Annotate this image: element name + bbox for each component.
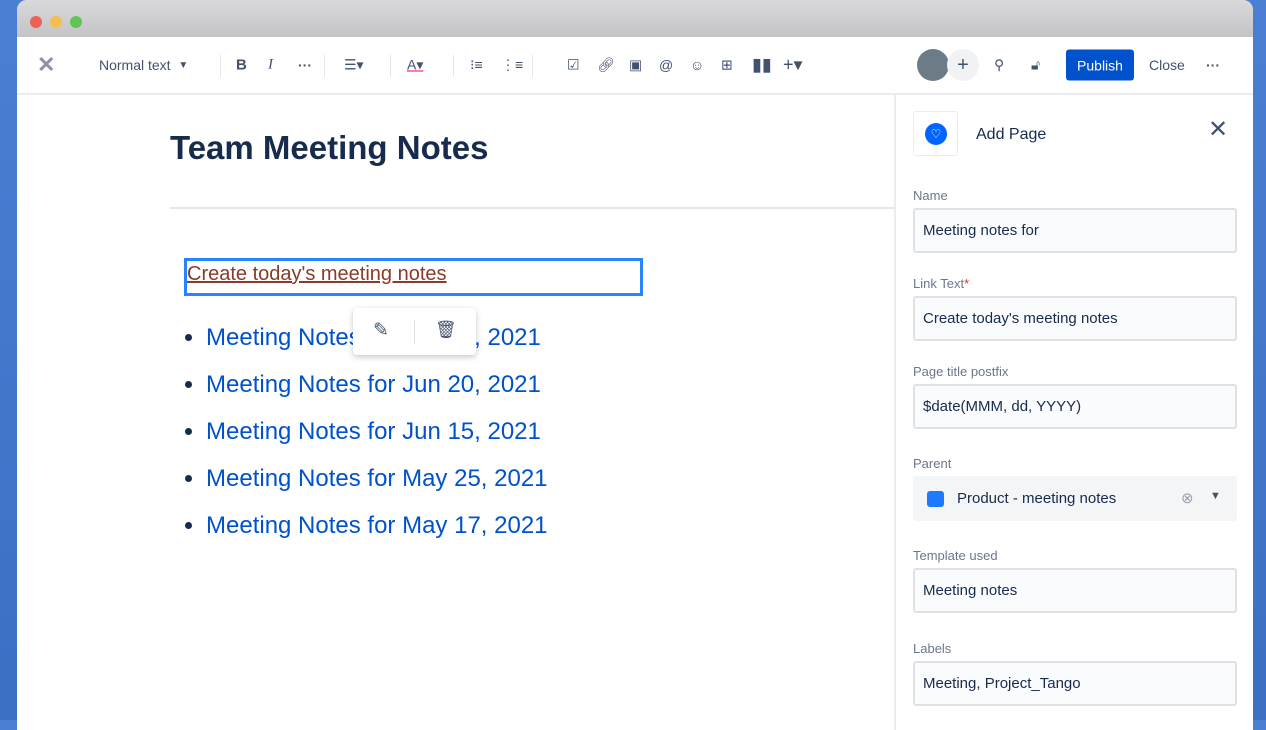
bullet-list-icon[interactable]: ⁝≡ — [470, 57, 483, 74]
chevron-down-icon[interactable]: ▼ — [1210, 490, 1221, 502]
page-title[interactable]: Team Meeting Notes — [170, 129, 488, 167]
avatar[interactable] — [917, 49, 949, 81]
invite-icon[interactable]: + — [947, 49, 979, 81]
table-icon[interactable]: ⊞ — [721, 57, 733, 74]
maximize-window-button[interactable] — [70, 16, 82, 28]
image-icon[interactable]: ▣ — [629, 57, 642, 74]
text-color-icon[interactable]: A▾ — [407, 57, 423, 74]
labels-field[interactable]: Meeting, Project_Tango — [913, 661, 1237, 706]
parent-select[interactable]: Product - meeting notes ⊗ ▼ — [913, 476, 1237, 521]
bold-icon[interactable]: B — [236, 57, 247, 74]
link-popup: ✎ 🗑︎ — [353, 308, 476, 355]
create-notes-link-selected[interactable]: Create today's meeting notes — [184, 258, 643, 296]
link-text-field[interactable]: Create today's meeting notes — [913, 296, 1237, 341]
meeting-note-link[interactable]: Meeting Notes for May 25, 2021 — [206, 465, 548, 492]
task-icon[interactable]: ☑ — [567, 57, 580, 74]
name-field[interactable]: Meeting notes for — [913, 208, 1237, 253]
edit-pencil-icon[interactable]: ✎ — [373, 319, 389, 342]
close-button[interactable]: Close — [1149, 57, 1185, 73]
editor-toolbar: ✕ Normal text ▼ B I ··· ☰▾ A▾ ⁝≡ ⋮≡ ☑ 🔗︎… — [17, 37, 1253, 95]
more-formatting-icon[interactable]: ··· — [298, 57, 312, 73]
meeting-note-link[interactable]: Meeting Notes for Jun 15, 2021 — [206, 418, 541, 445]
template-label: Template used — [913, 548, 998, 563]
app-window: ✕ Normal text ▼ B I ··· ☰▾ A▾ ⁝≡ ⋮≡ ☑ 🔗︎… — [17, 0, 1253, 730]
unlock-icon[interactable]: 🔓︎ — [1031, 57, 1040, 74]
postfix-label: Page title postfix — [913, 364, 1009, 379]
parent-value: Product - meeting notes — [957, 490, 1117, 507]
parent-label: Parent — [913, 456, 952, 471]
search-icon[interactable]: ⚲ — [994, 57, 1004, 74]
app-heart-icon: ♡ — [925, 123, 947, 145]
text-style-label: Normal text — [99, 57, 171, 73]
required-marker: * — [964, 276, 970, 291]
link-text-label-text: Link Text — [913, 276, 965, 291]
insert-more-icon[interactable]: +▾ — [783, 55, 803, 76]
add-page-panel: ♡ Add Page ✕ Name Meeting notes for Link… — [894, 95, 1253, 730]
chevron-down-icon: ▼ — [178, 59, 189, 71]
panel-title: Add Page — [976, 126, 1047, 143]
folder-icon — [927, 491, 944, 507]
clear-icon[interactable]: ⊗ — [1181, 489, 1194, 507]
close-window-button[interactable] — [30, 16, 42, 28]
title-bar — [17, 0, 1253, 37]
align-icon[interactable]: ☰▾ — [344, 57, 364, 74]
text-style-dropdown[interactable]: Normal text ▼ — [99, 57, 188, 73]
postfix-field[interactable]: $date(MMM, dd, YYYY) — [913, 384, 1237, 429]
link-text-label: Link Text* — [913, 276, 969, 291]
create-notes-link[interactable]: Create today's meeting notes — [187, 263, 447, 286]
list-item: Meeting Notes for Jun 15, 2021 — [206, 415, 548, 462]
emoji-icon[interactable]: ☺ — [690, 57, 704, 73]
app-icon-box: ♡ — [913, 111, 958, 156]
name-label: Name — [913, 188, 948, 203]
divider — [170, 207, 894, 209]
italic-icon[interactable]: I — [268, 57, 273, 74]
minimize-window-button[interactable] — [50, 16, 62, 28]
list-item: Meeting Notes for May 17, 2021 — [206, 509, 548, 556]
list-item: Meeting Notes for Jun 20, 2021 — [206, 368, 548, 415]
template-field[interactable]: Meeting notes — [913, 568, 1237, 613]
editor: Team Meeting Notes Create today's meetin… — [17, 95, 894, 730]
more-icon[interactable]: ··· — [1206, 57, 1220, 73]
confluence-logo-icon[interactable]: ✕ — [37, 52, 55, 78]
numbered-list-icon[interactable]: ⋮≡ — [501, 57, 523, 74]
close-panel-icon[interactable]: ✕ — [1208, 115, 1228, 144]
link-icon[interactable]: 🔗︎ — [597, 57, 615, 74]
meeting-note-link[interactable]: Meeting Notes for May 17, 2021 — [206, 512, 548, 539]
delete-trash-icon[interactable]: 🗑︎ — [435, 320, 457, 340]
labels-label: Labels — [913, 641, 952, 656]
meeting-notes-list: Meeting Notes for Jun 24, 2021 Meeting N… — [206, 321, 548, 556]
mention-icon[interactable]: @ — [659, 57, 673, 73]
publish-button[interactable]: Publish — [1066, 49, 1134, 81]
list-item: Meeting Notes for May 25, 2021 — [206, 462, 548, 509]
meeting-note-link[interactable]: Meeting Notes for Jun 20, 2021 — [206, 371, 541, 398]
layout-icon[interactable]: ▮▮ — [752, 55, 772, 76]
